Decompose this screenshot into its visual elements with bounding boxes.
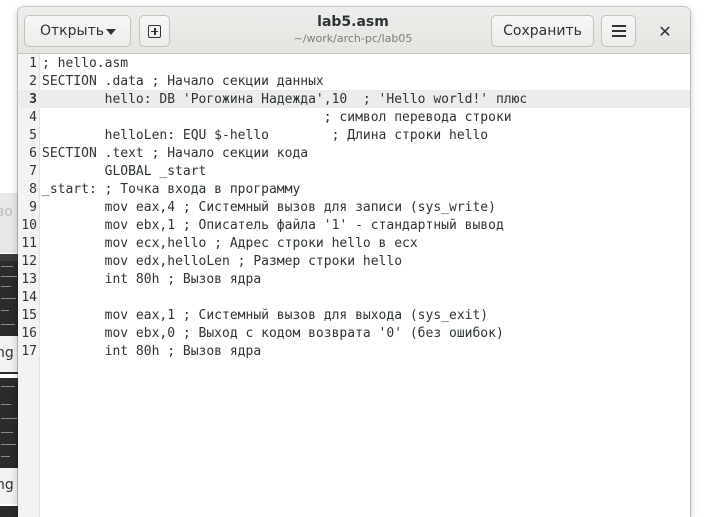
background-terminal bbox=[0, 378, 20, 468]
save-button-label: Сохранить bbox=[503, 23, 582, 39]
hamburger-icon bbox=[611, 25, 626, 27]
code-line[interactable]: 2 SECTION .data ; Начало секции данных bbox=[18, 73, 690, 91]
line-number: 1 bbox=[29, 56, 37, 71]
code-line[interactable]: 11 mov ecx,hello ; Адрес строки hello в … bbox=[18, 235, 690, 253]
line-text[interactable]: mov eax,1 ; Системный вызов для выхода (… bbox=[42, 307, 489, 325]
line-text[interactable]: int 80h ; Вызов ядра bbox=[42, 271, 262, 289]
line-text[interactable]: int 80h ; Вызов ядра bbox=[42, 343, 262, 361]
line-text[interactable]: mov eax,4 ; Системный вызов для записи (… bbox=[42, 199, 496, 217]
line-number: 2 bbox=[29, 74, 37, 89]
line-text[interactable]: ; символ перевода строки bbox=[42, 109, 512, 127]
code-line[interactable]: 12 mov edx,helloLen ; Размер строки hell… bbox=[18, 253, 690, 271]
close-button[interactable]: ✕ bbox=[654, 20, 676, 42]
code-line[interactable]: 15 mov eax,1 ; Системный вызов для выход… bbox=[18, 307, 690, 325]
line-text[interactable]: hello: DB 'Рогожина Надежда',10 ; 'Hello… bbox=[42, 91, 528, 109]
background-window-text: ng bbox=[0, 345, 14, 361]
line-number: 9 bbox=[29, 200, 37, 215]
line-number: 16 bbox=[21, 326, 37, 341]
open-button-label: Открыть bbox=[40, 23, 104, 39]
background-window-text: во bbox=[0, 204, 13, 220]
line-number: 17 bbox=[21, 344, 37, 359]
line-text[interactable]: _start: ; Точка входа в программу bbox=[42, 181, 300, 199]
window-subtitle: ~/work/arch-pc/lab05 bbox=[293, 32, 413, 45]
code-line[interactable]: 5 helloLen: EQU $-hello ; Длина строки h… bbox=[18, 127, 690, 145]
background-window-text: ng bbox=[0, 477, 14, 493]
code-line[interactable]: 4 ; символ перевода строки bbox=[18, 109, 690, 127]
line-text[interactable]: helloLen: EQU $-hello ; Длина строки hel… bbox=[42, 127, 489, 145]
line-number: 14 bbox=[21, 290, 37, 305]
code-line[interactable]: 17 int 80h ; Вызов ядра bbox=[18, 343, 690, 361]
code-line[interactable]: 8 _start: ; Точка входа в программу bbox=[18, 181, 690, 199]
editor-area[interactable]: 1 ; hello.asm 2 SECTION .data ; Начало секц… bbox=[18, 54, 690, 517]
code-line[interactable]: 9 mov eax,4 ; Системный вызов для записи… bbox=[18, 199, 690, 217]
title-area: lab5.asm ~/work/arch-pc/lab05 bbox=[218, 13, 488, 47]
menu-button[interactable] bbox=[601, 15, 636, 47]
line-text[interactable]: SECTION .data ; Начало секции данных bbox=[42, 73, 324, 91]
chevron-down-icon bbox=[106, 29, 116, 35]
line-number: 13 bbox=[21, 272, 37, 287]
new-document-button[interactable] bbox=[139, 15, 170, 47]
code-line[interactable]: 1 ; hello.asm bbox=[18, 55, 690, 73]
line-text[interactable]: mov edx,helloLen ; Размер строки hello bbox=[42, 253, 402, 271]
line-number: 4 bbox=[29, 110, 37, 125]
save-button[interactable]: Сохранить bbox=[491, 15, 594, 47]
line-number: 7 bbox=[29, 164, 37, 179]
code-line[interactable]: 13 int 80h ; Вызов ядра bbox=[18, 271, 690, 289]
line-number: 8 bbox=[29, 182, 37, 197]
line-number: 11 bbox=[21, 236, 37, 251]
line-text[interactable]: SECTION .text ; Начало секции кода bbox=[42, 145, 308, 163]
line-number: 5 bbox=[29, 128, 37, 143]
code-line[interactable]: 10 mov ebx,1 ; Описатель файла '1' - ста… bbox=[18, 217, 690, 235]
line-text[interactable]: mov ebx,0 ; Выход с кодом возврата '0' (… bbox=[42, 325, 504, 343]
code-line[interactable]: 3 hello: DB 'Рогожина Надежда',10 ; 'Hel… bbox=[18, 91, 690, 109]
line-text[interactable]: mov ecx,hello ; Адрес строки hello в ecx bbox=[42, 235, 418, 253]
line-text[interactable]: ; hello.asm bbox=[42, 55, 128, 73]
close-icon: ✕ bbox=[658, 21, 672, 41]
line-number: 15 bbox=[21, 308, 37, 323]
code-line[interactable]: 6 SECTION .text ; Начало секции кода bbox=[18, 145, 690, 163]
background-terminal bbox=[0, 506, 20, 517]
line-number: 3 bbox=[29, 92, 37, 107]
window-title: lab5.asm bbox=[317, 14, 389, 30]
background-window: ng bbox=[0, 336, 20, 372]
header-bar: Открыть lab5.asm ~/work/arch-pc/lab05 Со… bbox=[18, 7, 690, 54]
text-editor-window: Открыть lab5.asm ~/work/arch-pc/lab05 Со… bbox=[18, 7, 690, 517]
background-window: ng bbox=[0, 468, 20, 504]
line-text[interactable]: GLOBAL _start bbox=[42, 163, 207, 181]
background-window: во bbox=[0, 193, 20, 253]
line-number: 12 bbox=[21, 254, 37, 269]
line-text[interactable]: mov ebx,1 ; Описатель файла '1' - станда… bbox=[42, 217, 504, 235]
code-line[interactable]: 7 GLOBAL _start bbox=[18, 163, 690, 181]
line-number: 10 bbox=[21, 218, 37, 233]
new-tab-icon bbox=[148, 24, 161, 38]
line-number: 6 bbox=[29, 146, 37, 161]
code-line[interactable]: 16 mov ebx,0 ; Выход с кодом возврата '0… bbox=[18, 325, 690, 343]
code-line[interactable]: 14 bbox=[18, 289, 690, 307]
open-button[interactable]: Открыть bbox=[24, 15, 131, 47]
code-lines[interactable]: 1 ; hello.asm 2 SECTION .data ; Начало секц… bbox=[18, 55, 690, 361]
